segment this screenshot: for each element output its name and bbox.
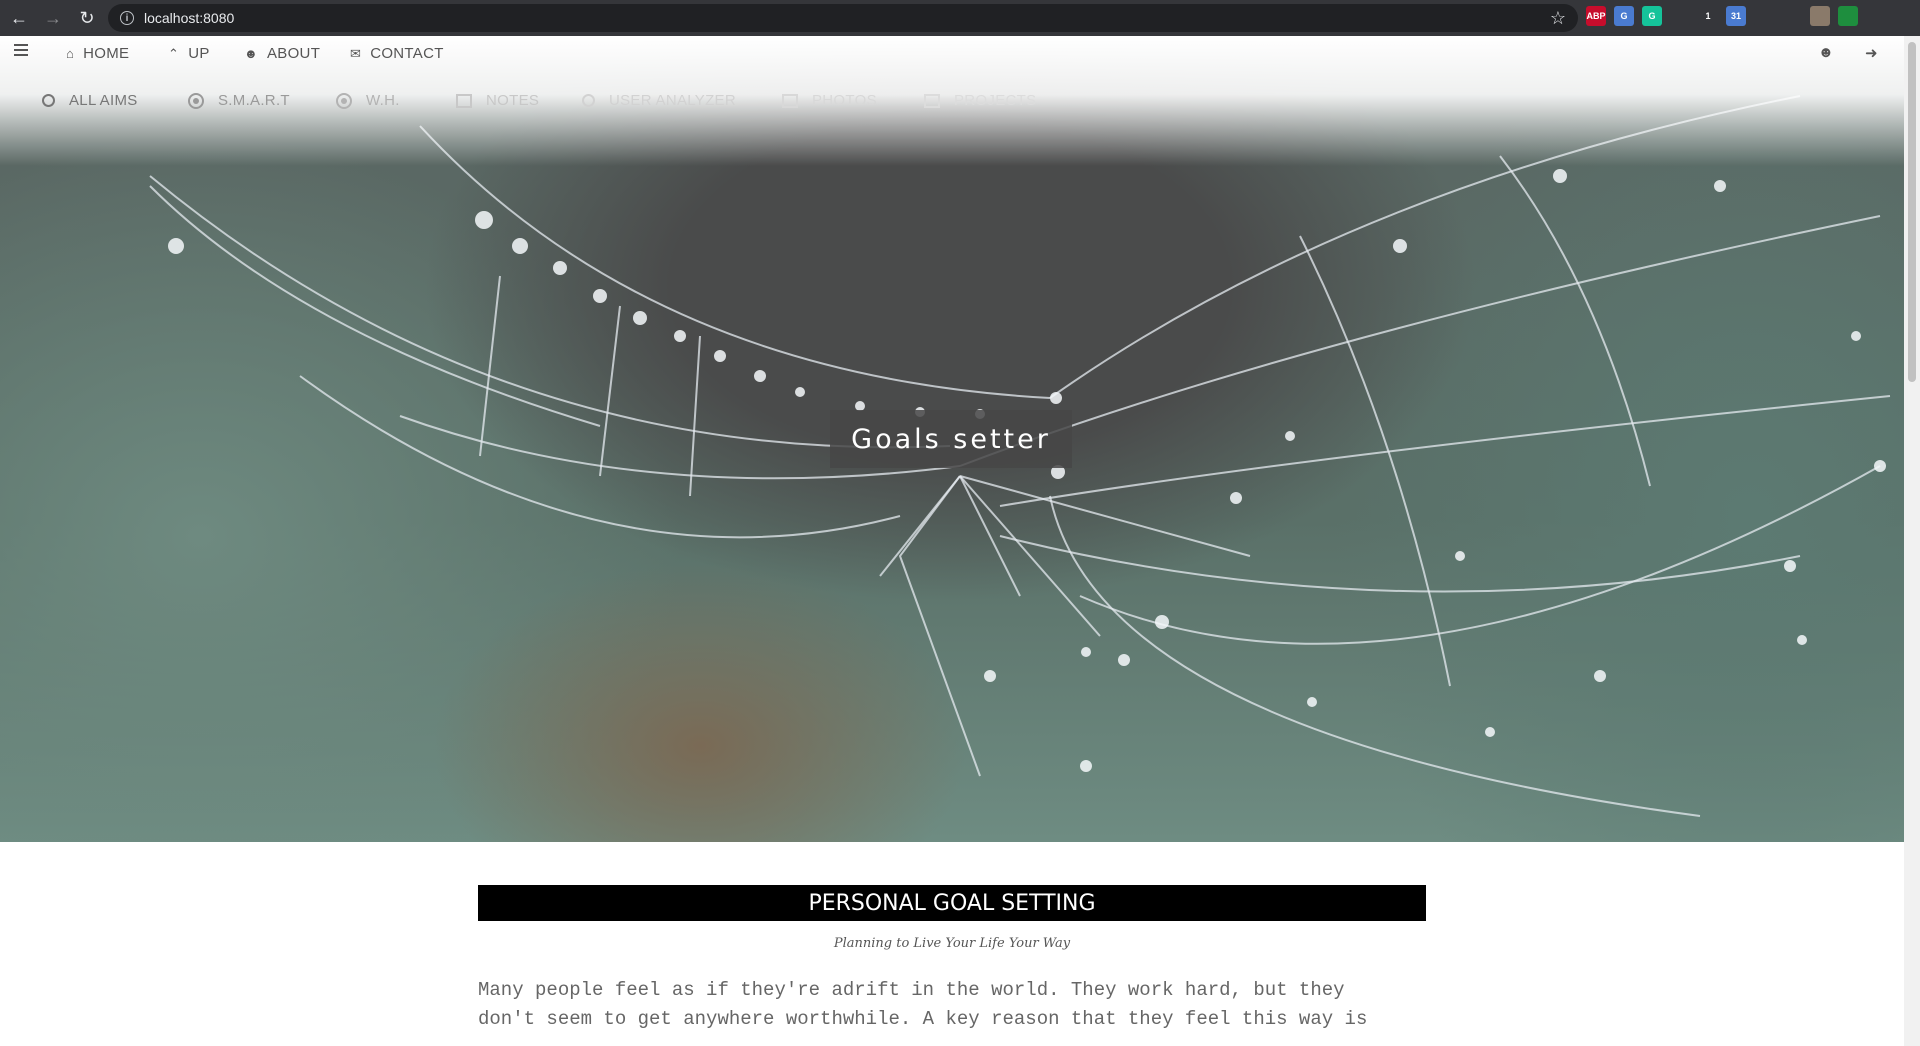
- extensions-bar: ABP G G 1 31: [1586, 6, 1858, 26]
- bookmark-star-icon[interactable]: ☆: [1550, 8, 1566, 29]
- subnav-user-analyzer-label: USER ANALYZER: [609, 92, 736, 109]
- update-icon[interactable]: [1838, 6, 1858, 26]
- subnav-all-aims[interactable]: ALL AIMS: [42, 92, 138, 109]
- nav-up-link[interactable]: ⌃ UP: [168, 45, 210, 62]
- diamond-icon[interactable]: [1670, 6, 1690, 26]
- mask-icon[interactable]: [1754, 6, 1774, 26]
- nav-about-label: ABOUT: [266, 45, 321, 62]
- image-icon: [782, 93, 798, 108]
- chevron-up-icon: ⌃: [168, 45, 180, 61]
- nav-contact-label: CONTACT: [370, 45, 444, 62]
- dot-circle-icon: [336, 92, 352, 109]
- translate-icon[interactable]: G: [1614, 6, 1634, 26]
- reload-icon[interactable]: ↻: [72, 3, 102, 33]
- subnav-photos[interactable]: PHOTOS: [782, 92, 877, 109]
- nav-home-link[interactable]: ⌂ HOME: [66, 45, 129, 62]
- calendar-icon[interactable]: 31: [1726, 6, 1746, 26]
- nav-home-label: HOME: [83, 45, 130, 62]
- browser-toolbar: ← → ↻ i localhost:8080 ☆ ABP G G 1 31: [0, 0, 1920, 36]
- subnav-smart-label: S.M.A.R.T: [218, 92, 290, 109]
- projects-icon: [924, 93, 940, 108]
- intro-paragraph: Many people feel as if they're adrift in…: [478, 976, 1438, 1034]
- account-icon[interactable]: ☻: [1818, 44, 1834, 61]
- user-icon: ☻: [244, 46, 258, 61]
- hamburger-menu-icon[interactable]: [14, 44, 28, 56]
- hero-banner: Goals setter: [0, 36, 1904, 842]
- section-heading: PERSONAL GOAL SETTING: [478, 885, 1426, 921]
- page-scrollbar[interactable]: [1904, 36, 1920, 1046]
- scrollbar-thumb[interactable]: [1908, 42, 1916, 382]
- address-bar[interactable]: i localhost:8080 ☆: [108, 4, 1578, 32]
- forward-icon[interactable]: →: [38, 3, 68, 33]
- top-navigation: ⌂ HOME ⌃ UP ☻ ABOUT ✉ CONTACT ☻ ➜: [0, 36, 1904, 86]
- subnav-photos-label: PHOTOS: [812, 92, 877, 109]
- notes-icon: [456, 93, 472, 108]
- url-text: localhost:8080: [144, 10, 235, 26]
- site-info-icon[interactable]: i: [120, 11, 134, 25]
- subnav-all-aims-label: ALL AIMS: [69, 92, 138, 109]
- home-icon: ⌂: [66, 46, 75, 61]
- circle-icon: [42, 94, 55, 107]
- subnav-wh[interactable]: W.H.: [336, 92, 400, 109]
- grammarly-icon[interactable]: G: [1642, 6, 1662, 26]
- profile-avatar-icon[interactable]: [1810, 6, 1830, 26]
- sign-in-icon[interactable]: ➜: [1865, 44, 1878, 62]
- reading-list-icon[interactable]: [1782, 6, 1802, 26]
- section-subtitle: Planning to Live Your Life Your Way: [833, 936, 1071, 951]
- nav-contact-link[interactable]: ✉ CONTACT: [350, 45, 444, 62]
- subnav-projects[interactable]: PROJECTS: [924, 92, 1036, 109]
- subnav-smart[interactable]: S.M.A.R.T: [188, 92, 290, 109]
- nav-up-label: UP: [188, 45, 210, 62]
- paragraph-line: Many people feel as if they're adrift in…: [478, 979, 1345, 1001]
- circle-icon: [582, 94, 595, 107]
- nav-about-link[interactable]: ☻ ABOUT: [244, 45, 320, 62]
- section-navigation: ALL AIMS S.M.A.R.T W.H. NOTES USER ANALY…: [0, 92, 1904, 122]
- subnav-wh-label: W.H.: [366, 92, 400, 109]
- page-viewport: Goals setter ⌂ HOME ⌃ UP ☻ ABOUT ✉ CONTA…: [0, 36, 1904, 1046]
- dot-circle-icon: [188, 92, 204, 109]
- paragraph-line: don't seem to get anywhere worthwhile. A…: [478, 1008, 1368, 1030]
- subnav-notes-label: NOTES: [486, 92, 540, 109]
- hero-title: Goals setter: [830, 410, 1072, 468]
- back-icon[interactable]: ←: [4, 3, 34, 33]
- subnav-notes[interactable]: NOTES: [456, 92, 539, 109]
- adblock-plus-icon[interactable]: ABP: [1586, 6, 1606, 26]
- subnav-projects-label: PROJECTS: [954, 92, 1037, 109]
- ghost-icon[interactable]: 1: [1698, 6, 1718, 26]
- envelope-icon: ✉: [350, 45, 362, 61]
- subnav-user-analyzer[interactable]: USER ANALYZER: [582, 92, 736, 109]
